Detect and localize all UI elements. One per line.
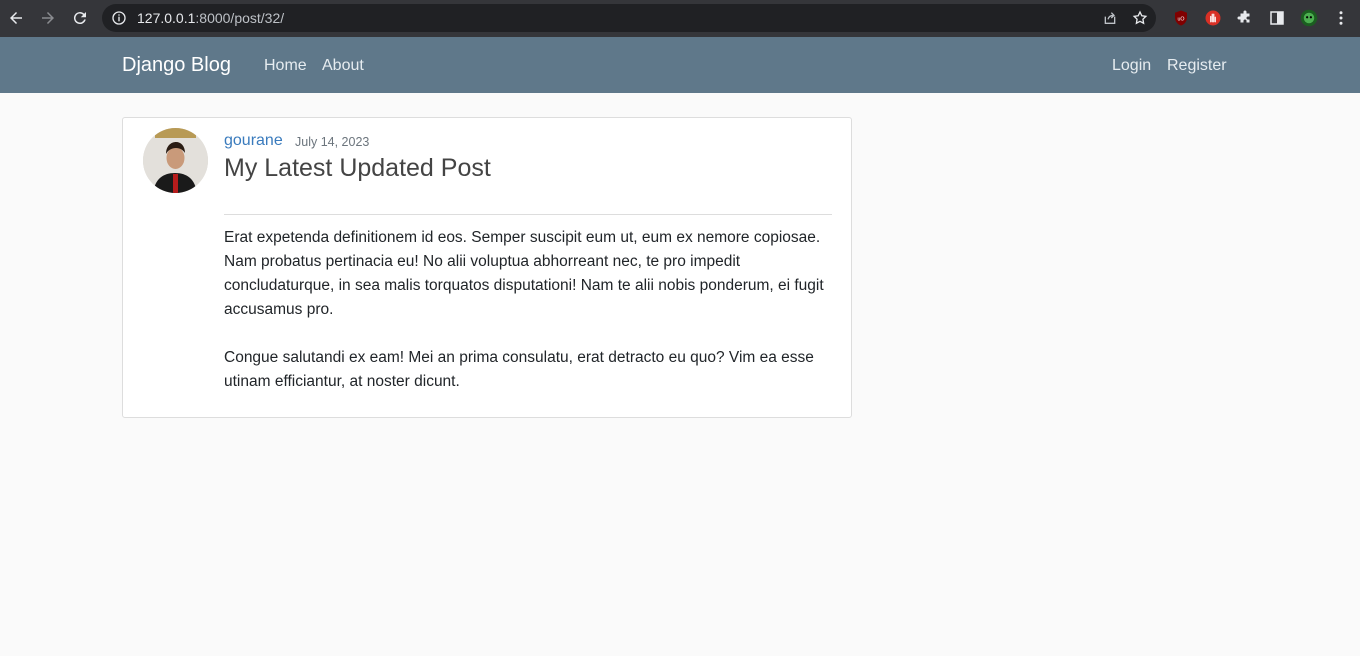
back-arrow-icon[interactable] [0, 2, 32, 34]
share-icon[interactable] [1102, 10, 1118, 26]
post-content: Erat expetenda definitionem id eos. Semp… [224, 226, 834, 418]
profile-icon[interactable] [1293, 4, 1325, 32]
url-path: :8000/post/32/ [195, 10, 285, 26]
hand-extension-icon[interactable] [1197, 4, 1229, 32]
url-text: 127.0.0.1:8000/post/32/ [137, 10, 284, 26]
nav-home-link[interactable]: Home [264, 57, 307, 75]
post-paragraph: Erat expetenda definitionem id eos. Semp… [224, 229, 824, 318]
star-icon[interactable] [1132, 10, 1148, 26]
author-link[interactable]: gourane [224, 132, 283, 150]
post-date: July 14, 2023 [295, 135, 370, 149]
nav-register-link[interactable]: Register [1167, 57, 1227, 75]
forward-arrow-icon[interactable] [32, 2, 64, 34]
side-panel-icon[interactable] [1261, 4, 1293, 32]
browser-toolbar: 127.0.0.1:8000/post/32/ uO [0, 0, 1360, 37]
nav-about-link[interactable]: About [322, 57, 364, 75]
ublock-icon[interactable]: uO [1165, 4, 1197, 32]
site-navbar: Django Blog Home About Login Register [0, 37, 1360, 93]
info-icon[interactable] [111, 10, 127, 26]
divider [224, 214, 832, 215]
brand-link[interactable]: Django Blog [122, 54, 231, 77]
post-paragraph: Congue salutandi ex eam! Mei an prima co… [224, 349, 814, 390]
kebab-menu-icon[interactable] [1325, 4, 1357, 32]
svg-text:uO: uO [1177, 16, 1184, 22]
nav-login-link[interactable]: Login [1112, 57, 1151, 75]
puzzle-icon[interactable] [1229, 4, 1261, 32]
reload-icon[interactable] [64, 2, 96, 34]
url-host: 127.0.0.1 [137, 10, 196, 26]
address-bar[interactable]: 127.0.0.1:8000/post/32/ [102, 4, 1156, 32]
avatar [143, 128, 208, 193]
post-card: gourane July 14, 2023 My Latest Updated … [122, 117, 852, 418]
post-title: My Latest Updated Post [224, 154, 491, 182]
